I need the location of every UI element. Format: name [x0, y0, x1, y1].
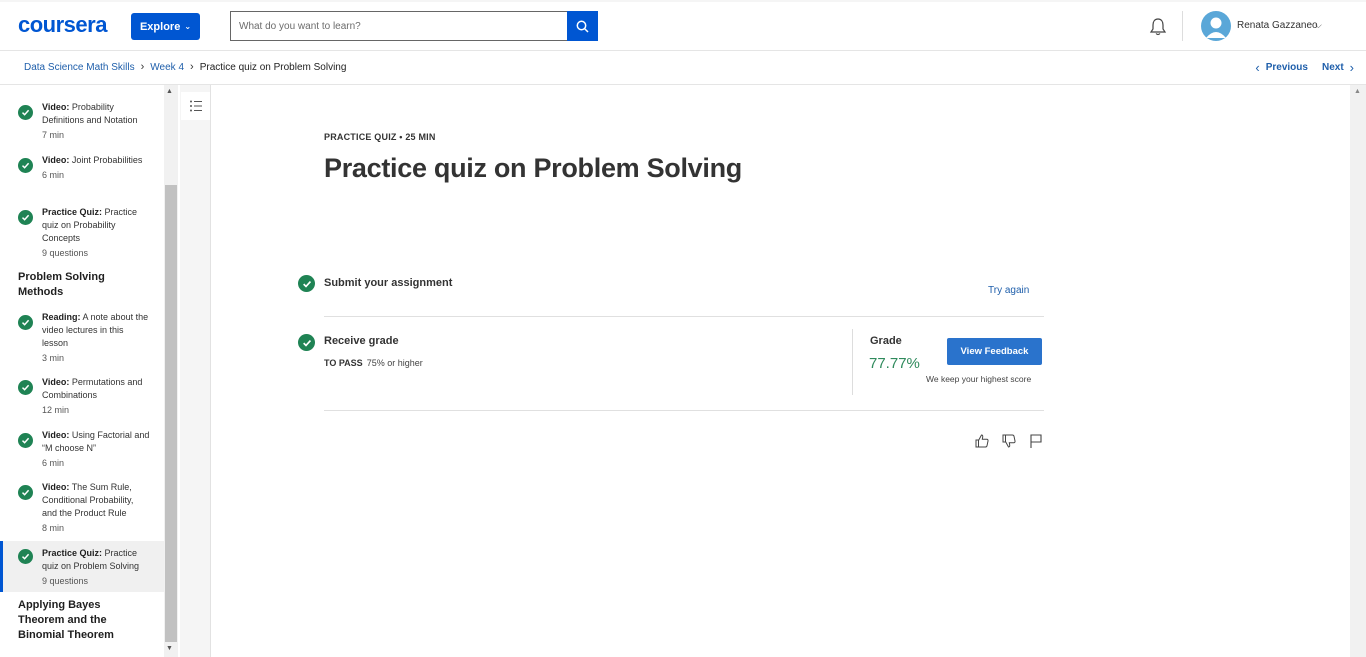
- sidebar-scrollbar-thumb[interactable]: [165, 185, 177, 642]
- breadcrumb-current: Practice quiz on Problem Solving: [199, 61, 347, 73]
- flag-icon[interactable]: [1027, 432, 1044, 449]
- search-icon: [576, 20, 589, 33]
- sidebar-item-text: Video: Probability Definitions and Notat…: [42, 102, 138, 140]
- check-icon: [18, 433, 33, 448]
- submit-assignment-label: Submit your assignment: [324, 277, 453, 289]
- sidebar-item-text: Practice Quiz: Practice quiz on Probabil…: [42, 207, 138, 258]
- check-icon: [18, 315, 33, 330]
- previous-button[interactable]: ‹ Previous: [1255, 60, 1308, 75]
- top-header: coursera Explore ⌄ Renata Gazzaneo ⌵: [0, 0, 1366, 51]
- prev-next-nav: ‹ Previous Next ›: [1255, 60, 1354, 75]
- sidebar-item[interactable]: Video: The Sum Rule, Conditional Probabi…: [0, 479, 164, 537]
- next-label: Next: [1321, 62, 1344, 73]
- check-icon: [18, 158, 33, 173]
- explore-label: Explore: [139, 20, 181, 33]
- scroll-up-icon[interactable]: ▲: [1354, 88, 1361, 95]
- check-icon: [18, 210, 33, 225]
- divider: [324, 410, 1044, 411]
- keep-score-note: We keep your highest score: [926, 374, 1032, 384]
- coursera-logo[interactable]: coursera: [18, 12, 107, 38]
- sidebar-item[interactable]: Reading: A note about the video lectures…: [0, 309, 164, 367]
- divider: [324, 316, 1044, 317]
- header-divider: [1182, 11, 1183, 41]
- chevron-down-icon: ⌄: [184, 22, 192, 31]
- try-again-link[interactable]: Try again: [988, 285, 1029, 296]
- chevron-left-icon: ‹: [1255, 60, 1260, 75]
- thumbs-down-icon[interactable]: [1000, 432, 1017, 449]
- sidebar-item-text: Practice Quiz: Practice quiz on Problem …: [42, 548, 140, 586]
- scroll-down-icon[interactable]: ▼: [166, 645, 173, 652]
- scroll-up-icon[interactable]: ▲: [166, 88, 173, 95]
- vertical-divider: [852, 329, 853, 395]
- sidebar-item-text: Video: Joint Probabilities 6 min: [42, 155, 143, 180]
- sidebar-item[interactable]: Video: Probability Definitions and Notat…: [0, 99, 164, 145]
- to-pass-value: 75% or higher: [366, 358, 423, 368]
- to-pass-label: TO PASS: [324, 358, 363, 368]
- sidebar-item[interactable]: Video: Permutations and Combinations 12 m…: [0, 374, 164, 420]
- chevron-right-icon: ›: [140, 61, 145, 73]
- sidebar-item[interactable]: Practice Quiz: Practice quiz on Probabil…: [0, 204, 164, 262]
- check-icon: [298, 334, 315, 351]
- search-button[interactable]: [567, 11, 598, 41]
- chevron-down-icon[interactable]: ⌵: [1315, 20, 1322, 31]
- chevron-right-icon: ›: [1349, 60, 1354, 75]
- search-bar: [230, 11, 598, 41]
- previous-label: Previous: [1265, 62, 1308, 73]
- grade-heading: Grade: [870, 335, 902, 347]
- breadcrumb: Data Science Math Skills › Week 4 › Prac…: [24, 61, 346, 73]
- sidebar-item[interactable]: Video: Joint Probabilities 6 min: [0, 152, 164, 198]
- item-kicker: PRACTICE QUIZ • 25 MIN: [324, 132, 436, 142]
- sidebar-item[interactable]: Video: Using Factorial and “M choose N” 6…: [0, 427, 164, 473]
- sidebar-item-text: Video: Permutations and Combinations 12 m…: [42, 377, 143, 415]
- next-button[interactable]: Next ›: [1322, 60, 1354, 75]
- sidebar-item-active[interactable]: Practice Quiz: Practice quiz on Problem …: [0, 541, 164, 592]
- check-icon: [298, 275, 315, 292]
- main-content: PRACTICE QUIZ • 25 MIN Practice quiz on …: [212, 85, 1350, 657]
- course-sidebar: Video: Probability Definitions and Notat…: [0, 85, 164, 657]
- outline-rail: [180, 85, 211, 657]
- grade-value: 77.77%: [869, 355, 920, 372]
- check-icon: [18, 105, 33, 120]
- outline-list-icon[interactable]: [181, 92, 210, 120]
- explore-button[interactable]: Explore ⌄: [131, 13, 200, 40]
- chevron-right-icon: ›: [190, 61, 194, 73]
- notification-bell-icon[interactable]: [1148, 17, 1168, 37]
- sidebar-item-text: Reading: A note about the video lectures…: [42, 312, 149, 363]
- feedback-icons: [973, 432, 1044, 449]
- sidebar-section-heading: Problem Solving Methods: [18, 271, 105, 298]
- breadcrumb-bar: Data Science Math Skills › Week 4 › Prac…: [0, 51, 1366, 85]
- sidebar-section-heading: Applying Bayes Theorem and the Binomial …: [18, 599, 114, 641]
- search-input[interactable]: [230, 11, 567, 41]
- breadcrumb-course[interactable]: Data Science Math Skills: [24, 62, 135, 73]
- receive-grade-label: Receive grade: [324, 335, 399, 347]
- thumbs-up-icon[interactable]: [973, 432, 990, 449]
- sidebar-item-text: Video: The Sum Rule, Conditional Probabi…: [42, 482, 134, 533]
- page-title: Practice quiz on Problem Solving: [324, 153, 742, 183]
- main-scrollbar[interactable]: [1350, 85, 1366, 657]
- view-feedback-button[interactable]: View Feedback: [947, 338, 1042, 365]
- check-icon: [18, 485, 33, 500]
- to-pass-info: TO PASS 75% or higher: [324, 358, 423, 368]
- sidebar-item-text: Video: Using Factorial and “M choose N” 6…: [42, 430, 150, 468]
- avatar[interactable]: [1201, 11, 1231, 41]
- user-name[interactable]: Renata Gazzaneo: [1237, 20, 1318, 31]
- user-icon: [1206, 17, 1226, 38]
- breadcrumb-week[interactable]: Week 4: [150, 62, 184, 73]
- check-icon: [18, 380, 33, 395]
- check-icon: [18, 549, 33, 564]
